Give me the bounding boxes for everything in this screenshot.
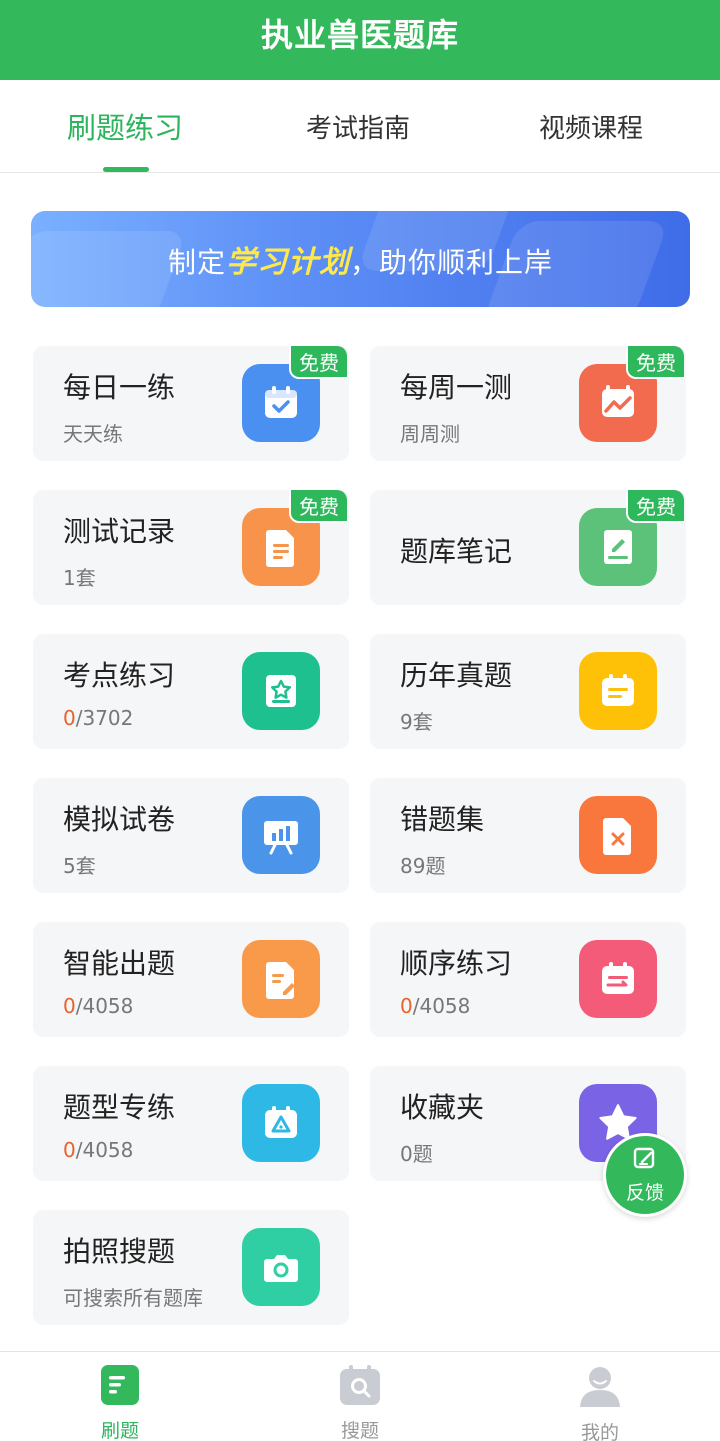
feedback-icon [632,1146,658,1176]
card-question-notes[interactable]: 题库笔记 免费 [370,490,686,605]
card-title: 错题集 [400,803,485,836]
triangle-calendar-icon [242,1084,320,1162]
camera-icon [242,1228,320,1306]
nav-search[interactable]: 搜题 [300,1352,420,1441]
free-badge: 免费 [626,490,684,523]
card-title: 收藏夹 [400,1091,485,1124]
app-header: 执业兽医题库 [0,0,720,80]
card-mock-exams[interactable]: 模拟试卷 5套 [33,778,349,893]
card-progress: 0/4058 [63,994,133,1018]
card-daily-practice[interactable]: 每日一练 天天练 免费 [33,346,349,461]
progress-total: /4058 [75,994,134,1018]
edit-document-icon [242,940,320,1018]
free-badge: 免费 [289,346,347,379]
card-subtitle: 可搜索所有题库 [63,1286,203,1310]
free-badge: 免费 [626,346,684,379]
free-badge: 免费 [289,490,347,523]
card-title: 顺序练习 [400,947,513,980]
presentation-chart-icon [242,796,320,874]
progress-total: /4058 [75,1138,134,1162]
progress-done: 0 [63,1138,76,1162]
card-wrong-questions[interactable]: 错题集 89题 [370,778,686,893]
card-title: 智能出题 [63,947,176,980]
card-title: 题型专练 [63,1091,176,1124]
card-title: 题库笔记 [400,535,513,568]
progress-total: /3702 [75,706,134,730]
card-subtitle: 89题 [400,854,446,878]
nav-profile[interactable]: 我的 [540,1352,660,1441]
card-title: 每周一测 [400,371,513,404]
calendar-list-icon [579,652,657,730]
progress-done: 0 [63,706,76,730]
card-title: 模拟试卷 [63,803,176,836]
document-list-icon [98,1364,142,1406]
feedback-label: 反馈 [625,1181,664,1204]
feedback-button[interactable]: 反馈 [603,1133,687,1217]
nav-practice[interactable]: 刷题 [60,1352,180,1441]
calendar-order-icon [579,940,657,1018]
card-photo-search[interactable]: 拍照搜题 可搜索所有题库 [33,1210,349,1325]
app-title: 执业兽医题库 [260,16,459,54]
banner-text-before: 制定 [167,246,226,279]
bottom-nav: 刷题 搜题 我的 [0,1351,720,1441]
progress-done: 0 [63,994,76,1018]
star-board-icon [242,652,320,730]
active-tab-indicator [103,167,149,172]
banner-text: 制定学习计划，助你顺利上岸 [168,237,553,281]
banner-decoration [31,231,188,307]
card-progress: 0/4058 [400,994,470,1018]
user-icon [578,1364,622,1408]
card-past-exams[interactable]: 历年真题 9套 [370,634,686,749]
top-tabs: 刷题练习 考试指南 视频课程 [0,80,720,173]
card-title: 历年真题 [400,659,513,692]
card-subtitle: 天天练 [63,422,123,446]
study-plan-banner[interactable]: 制定学习计划，助你顺利上岸 [31,211,690,307]
card-title: 测试记录 [63,515,176,548]
card-subtitle: 周周测 [400,422,460,446]
card-progress: 0/4058 [63,1138,133,1162]
tab-practice[interactable]: 刷题练习 [25,80,225,172]
card-test-records[interactable]: 测试记录 1套 免费 [33,490,349,605]
card-subtitle: 9套 [400,710,433,734]
wrong-file-icon [579,796,657,874]
card-subtitle: 5套 [63,854,96,878]
nav-label: 刷题 [100,1420,139,1441]
card-title: 拍照搜题 [63,1235,176,1268]
card-progress: 0/3702 [63,706,133,730]
nav-label: 我的 [580,1422,619,1441]
card-subtitle: 0题 [400,1142,433,1166]
banner-highlight: 学习计划 [226,245,350,280]
tab-video-courses[interactable]: 视频课程 [491,80,691,172]
card-question-type-practice[interactable]: 题型专练 0/4058 [33,1066,349,1181]
card-title: 每日一练 [63,371,176,404]
card-weekly-test[interactable]: 每周一测 周周测 免费 [370,346,686,461]
card-subtitle: 1套 [63,566,96,590]
banner-text-after: ，助你顺利上岸 [350,246,554,279]
tab-exam-guide[interactable]: 考试指南 [258,80,458,172]
progress-total: /4058 [412,994,471,1018]
search-calendar-icon [338,1364,382,1406]
card-smart-questions[interactable]: 智能出题 0/4058 [33,922,349,1037]
card-title: 考点练习 [63,659,176,692]
card-topic-practice[interactable]: 考点练习 0/3702 [33,634,349,749]
progress-done: 0 [400,994,413,1018]
card-sequential-practice[interactable]: 顺序练习 0/4058 [370,922,686,1037]
nav-label: 搜题 [340,1420,379,1441]
